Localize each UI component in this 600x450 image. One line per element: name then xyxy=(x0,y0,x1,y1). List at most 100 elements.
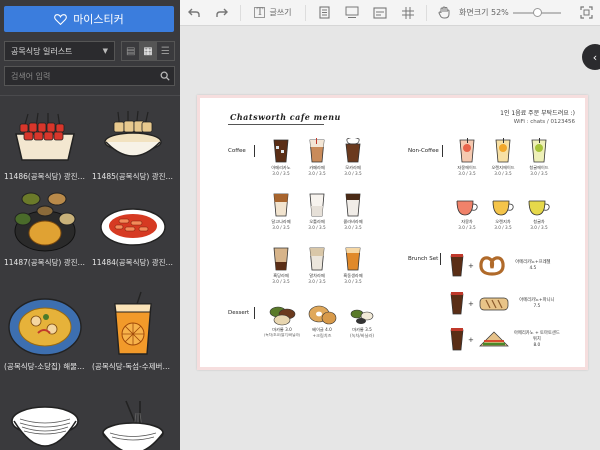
noodle-bowl-sticker-image xyxy=(4,396,86,450)
sticker-caption: 11484(공목식당) 광진구 꼬 xyxy=(92,258,174,267)
menu-item-price: 3.0 / 3.5 xyxy=(494,225,512,230)
menu-item-price: 3.0 / 3.5 xyxy=(272,279,290,284)
sticker-caption: (공목식당-독섬-수제버거집 xyxy=(92,362,174,371)
undo-icon[interactable] xyxy=(180,0,208,26)
menu-item: 모카라떼 3.0 / 3.5 xyxy=(336,138,370,176)
image-frame-icon[interactable] xyxy=(366,0,394,26)
sticker-item[interactable]: 11485(공목식당) 광진구 꼬 xyxy=(92,104,174,182)
menu-item-price: 3.0 / 3.5 xyxy=(458,225,476,230)
section-divider xyxy=(254,307,255,319)
text-tool-button[interactable]: T 글쓰기 xyxy=(245,0,301,26)
menu-item-price: 3.0 / 3.5 xyxy=(458,171,476,176)
dalgona-latte-cup-icon xyxy=(273,193,289,217)
menu-item: 콜라비라떼 3.0 / 3.5 xyxy=(336,192,370,230)
wifi-info: WiFi : chats / 0123456 xyxy=(513,119,575,125)
text-tool-icon: T xyxy=(254,7,266,18)
list-view-icon[interactable]: ▤ xyxy=(122,42,139,60)
pretzel-icon xyxy=(479,256,505,276)
sticker-item[interactable] xyxy=(92,396,174,450)
menu-item: 청귤에이드 3.0 / 3.5 xyxy=(522,138,556,176)
brunch-set-name: 아메리카노+파니니 xyxy=(519,298,555,304)
section-divider xyxy=(254,145,255,157)
menu-item: 흑당라떼 3.0 / 3.5 xyxy=(264,246,298,284)
orange-drink-sticker-image xyxy=(92,290,174,360)
sticker-sidebar: 마이스티커 공목식당 일러스트 ▼ ▤ ▦ ☰ 1148 xyxy=(0,0,180,450)
sticker-item[interactable]: 11487(공목식당) 광진구 돈 xyxy=(4,190,86,268)
sidebar-divider xyxy=(0,95,180,96)
menu-item: 카페라떼 3.0 / 3.5 xyxy=(300,138,334,176)
menu-item: 아메리카노 3.0 / 3.5 xyxy=(264,138,298,176)
sticker-item[interactable]: (공목식당-독섬-수제버거집 xyxy=(92,290,174,372)
menu-item-price: 3.0 / 3.5 xyxy=(344,279,362,284)
brunch-set-text: 아메리카노 + 토마토샌드위치 8.0 xyxy=(514,331,560,348)
section-brunch: Brunch Set xyxy=(408,256,439,262)
brunch-set-row: + 아메리카노 + 토마토샌드위치 8.0 xyxy=(450,328,560,352)
search-icon[interactable] xyxy=(156,71,174,81)
zoom-slider-knob[interactable] xyxy=(532,7,542,17)
redo-icon[interactable] xyxy=(208,0,236,26)
grid-view-icon[interactable]: ▦ xyxy=(139,42,157,60)
sticker-item[interactable] xyxy=(4,396,86,450)
panel-toggle-icon[interactable]: ‹ xyxy=(582,44,600,70)
zoom-label: 화면크기 52% xyxy=(459,8,509,17)
sticker-search xyxy=(4,66,175,86)
sticker-item[interactable]: (공목식당-소당집) 해물카레 xyxy=(4,290,86,372)
grid-icon[interactable] xyxy=(394,0,422,26)
zoom-slider[interactable] xyxy=(512,7,561,17)
fit-screen-icon[interactable] xyxy=(572,0,600,26)
search-input[interactable] xyxy=(5,71,156,81)
americano-cup-icon xyxy=(450,254,464,277)
order-notice: 1인 1음료 주문 부탁드려요 :) xyxy=(500,110,575,117)
menu-item: 마카롱 3.5 (녹차/바닐라) xyxy=(344,304,380,339)
playlist-select-value: 공목식당 일러스트 xyxy=(11,46,73,56)
skewer-tray-sticker-image xyxy=(4,104,86,170)
menu-item-price: 3.0 / 3.5 xyxy=(530,171,548,176)
orange-ade-cup-icon xyxy=(495,138,511,163)
text-tool-label: 글쓰기 xyxy=(269,8,292,17)
panini-icon xyxy=(479,297,509,311)
mysticker-button[interactable]: 마이스티커 xyxy=(4,6,174,32)
brunch-set-row: + 아메리카노+파니니 7.5 xyxy=(450,292,560,316)
grapefruit-tea-cup-icon xyxy=(456,200,478,216)
design-canvas[interactable]: Chatsworth cafe menu 1인 1음료 주문 부탁드려요 :) … xyxy=(197,95,588,370)
bagel-icon xyxy=(308,305,337,325)
toolbar-divider xyxy=(426,4,427,21)
brunch-set-row: + 아메리카노+프레첼 4.5 xyxy=(450,254,556,278)
menu-item: 흑동생라떼 3.0 / 3.5 xyxy=(336,246,370,284)
menu-item-price: 3.0 / 3.5 xyxy=(308,279,326,284)
brunch-set-price: 4.5 xyxy=(529,266,537,271)
menu-item-price: 3.0 / 3.5 xyxy=(494,171,512,176)
title-underline xyxy=(228,124,324,125)
brunch-set-name: 아메리카노 + 토마토샌드위치 xyxy=(513,331,560,343)
menu-item-price: 3.0 / 3.5 xyxy=(308,171,326,176)
text-style-icon[interactable] xyxy=(338,0,366,26)
green-tangerine-tea-cup-icon xyxy=(528,200,550,216)
playlist-select[interactable]: 공목식당 일러스트 ▼ xyxy=(4,41,115,61)
brunch-set-text: 아메리카노+프레첼 4.5 xyxy=(510,260,556,272)
menu-item: 오렌지에이드 3.0 / 3.5 xyxy=(486,138,520,176)
sticker-caption: 11486(공목식당) 광진구 꼬 xyxy=(4,172,86,181)
americano-cup-icon xyxy=(450,292,464,315)
brunch-set-price: 8.0 xyxy=(533,342,541,348)
sticker-item[interactable]: 11484(공목식당) 광진구 꼬 xyxy=(92,190,174,268)
hand-tool-icon[interactable] xyxy=(431,0,457,26)
sticker-caption: 11487(공목식당) 광진구 돈 xyxy=(4,258,86,267)
sticker-item[interactable]: 11486(공목식당) 광진구 꼬 xyxy=(4,104,86,182)
menu-item: 오틀라떼 3.0 / 3.5 xyxy=(300,192,334,230)
menu-item-price: (녹차/바닐라) xyxy=(350,333,374,338)
menu-item-price: 3.0 / 3.5 xyxy=(530,225,548,230)
menu-item: 달고나라떼 3.0 / 3.5 xyxy=(264,192,298,230)
plus-sign: + xyxy=(468,300,474,308)
brunch-set-price: 7.5 xyxy=(533,304,541,309)
menu-item: 베이글 4.0 +크림치즈 xyxy=(304,304,340,339)
menu-card: Chatsworth cafe menu 1인 1음료 주문 부탁드려요 :) … xyxy=(200,98,585,367)
iced-coffee-cup-icon xyxy=(273,139,289,163)
editor-toolbar: T 글쓰기 화면크기 52% xyxy=(180,0,600,26)
heart-icon xyxy=(54,14,68,25)
detail-view-icon[interactable]: ☰ xyxy=(157,42,174,60)
menu-item: 마카롱 3.0 (녹차/초코/딸기/바닐라) xyxy=(264,304,300,338)
document-icon[interactable] xyxy=(310,0,338,26)
menu-item-price: 3.0 / 3.5 xyxy=(344,171,362,176)
plus-sign: + xyxy=(468,336,474,344)
sticker-caption: (공목식당-소당집) 해물카레 xyxy=(4,362,86,371)
